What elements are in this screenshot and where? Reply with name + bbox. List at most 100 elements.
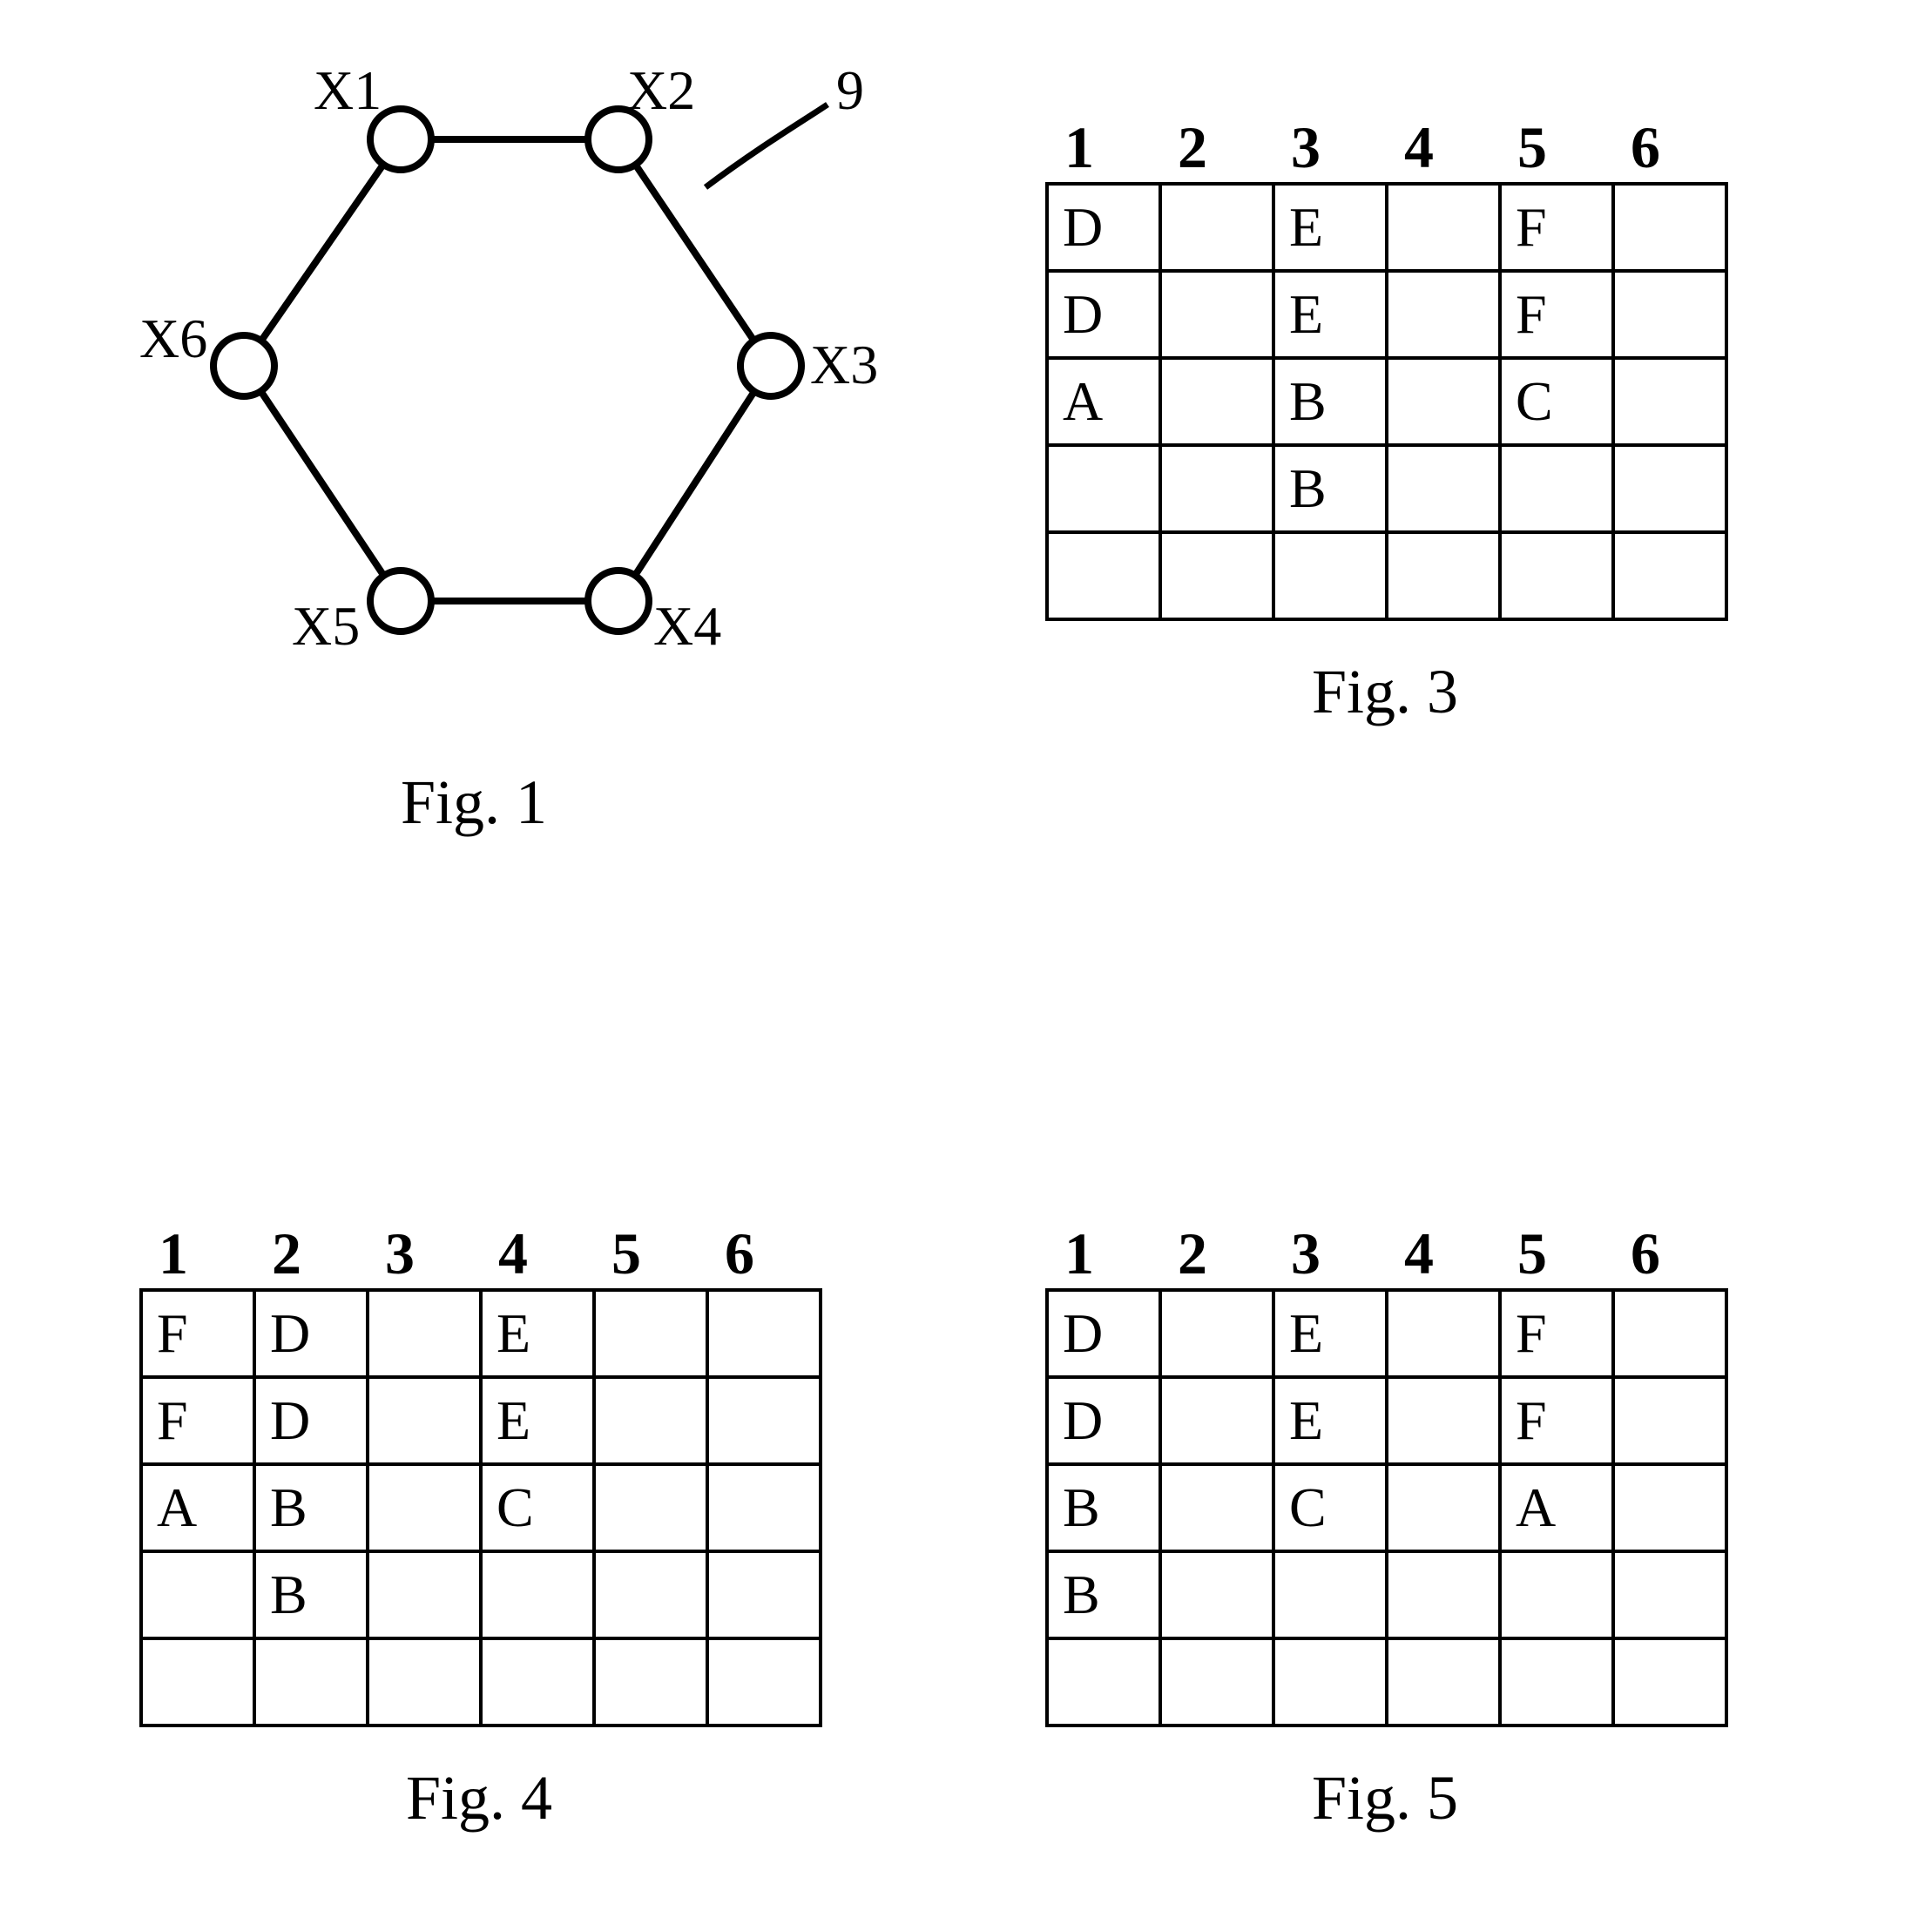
figure-3-headers: 1 2 3 4 5 6 [1045, 113, 1728, 182]
col-header: 6 [1615, 1219, 1728, 1288]
cell [1387, 1638, 1500, 1726]
table-row [141, 1638, 821, 1726]
cell: A [141, 1464, 254, 1551]
cell [1613, 184, 1726, 271]
cell: D [254, 1290, 368, 1377]
cell: F [141, 1290, 254, 1377]
cell: E [1273, 184, 1387, 271]
cell [1160, 184, 1273, 271]
table-row: D E F [1047, 184, 1726, 271]
cell [1613, 445, 1726, 532]
col-header: 3 [369, 1219, 483, 1288]
cell: D [1047, 271, 1160, 358]
cell [141, 1551, 254, 1638]
label-x4: X4 [653, 595, 721, 657]
cell: A [1047, 358, 1160, 445]
cell [1160, 271, 1273, 358]
col-header: 4 [483, 1219, 596, 1288]
cell: D [1047, 1377, 1160, 1464]
cell [707, 1638, 821, 1726]
cell [1387, 184, 1500, 271]
figure-4: 1 2 3 4 5 6 F D E F D E [139, 1219, 822, 1834]
label-x5: X5 [292, 595, 360, 657]
figure-1: X1 X2 X3 X4 X5 X6 9 Fig. 1 [131, 35, 915, 749]
cell: C [1273, 1464, 1387, 1551]
node-x4 [588, 571, 649, 631]
cell [707, 1290, 821, 1377]
table-row: D E F [1047, 1377, 1726, 1464]
cell: F [1500, 184, 1613, 271]
col-header: 4 [1388, 1219, 1502, 1288]
table-row: F D E [141, 1290, 821, 1377]
cell [707, 1551, 821, 1638]
col-header: 2 [256, 1219, 369, 1288]
cell [368, 1290, 481, 1377]
cell: E [1273, 1290, 1387, 1377]
col-header: 5 [1502, 113, 1615, 182]
cell [1387, 358, 1500, 445]
cell [1500, 1638, 1613, 1726]
cell: C [481, 1464, 594, 1551]
cell: D [254, 1377, 368, 1464]
cell [1387, 532, 1500, 619]
col-header: 2 [1162, 1219, 1275, 1288]
cell: E [481, 1290, 594, 1377]
col-header: 3 [1275, 1219, 1388, 1288]
cell [1047, 1638, 1160, 1726]
cell [1500, 532, 1613, 619]
cell: A [1500, 1464, 1613, 1551]
node-x5 [370, 571, 431, 631]
cell: B [254, 1551, 368, 1638]
table-row [1047, 1638, 1726, 1726]
cell [1500, 445, 1613, 532]
figure-5-headers: 1 2 3 4 5 6 [1045, 1219, 1728, 1288]
figure-5-table: D E F D E F B C A [1045, 1288, 1728, 1727]
node-x6 [213, 335, 274, 396]
table-row: D E F [1047, 1290, 1726, 1377]
cell [594, 1638, 707, 1726]
label-x6: X6 [139, 307, 207, 369]
hexagon-graph: X1 X2 X3 X4 X5 X6 9 [131, 35, 915, 749]
cell [1160, 1638, 1273, 1726]
cell [481, 1551, 594, 1638]
table-row: D E F [1047, 271, 1726, 358]
col-header: 1 [1049, 1219, 1162, 1288]
cell: D [1047, 184, 1160, 271]
col-header: 5 [1502, 1219, 1615, 1288]
cell [368, 1551, 481, 1638]
cell: F [1500, 1290, 1613, 1377]
label-x2: X2 [627, 59, 695, 121]
cell [1047, 532, 1160, 619]
cell: B [1273, 445, 1387, 532]
cell [1160, 358, 1273, 445]
cell: E [1273, 271, 1387, 358]
cell: B [1047, 1551, 1160, 1638]
cell [368, 1464, 481, 1551]
cell: B [254, 1464, 368, 1551]
figure-4-caption: Fig. 4 [139, 1762, 819, 1834]
cell [481, 1638, 594, 1726]
cell [1160, 445, 1273, 532]
label-x3: X3 [810, 334, 878, 395]
cell [1500, 1551, 1613, 1638]
cell [594, 1551, 707, 1638]
cell: D [1047, 1290, 1160, 1377]
cell [1160, 1377, 1273, 1464]
cell [368, 1638, 481, 1726]
cell [141, 1638, 254, 1726]
cell [1387, 445, 1500, 532]
cell: C [1500, 358, 1613, 445]
cell [1613, 1290, 1726, 1377]
figure-5-caption: Fig. 5 [1045, 1762, 1725, 1834]
table-row: B [1047, 445, 1726, 532]
callout-9: 9 [836, 59, 864, 121]
cell [594, 1377, 707, 1464]
callout-leader [706, 105, 828, 187]
col-header: 3 [1275, 113, 1388, 182]
col-header: 5 [596, 1219, 709, 1288]
cell [1273, 1638, 1387, 1726]
col-header: 1 [143, 1219, 256, 1288]
cell [368, 1377, 481, 1464]
cell: B [1047, 1464, 1160, 1551]
table-row: B [141, 1551, 821, 1638]
